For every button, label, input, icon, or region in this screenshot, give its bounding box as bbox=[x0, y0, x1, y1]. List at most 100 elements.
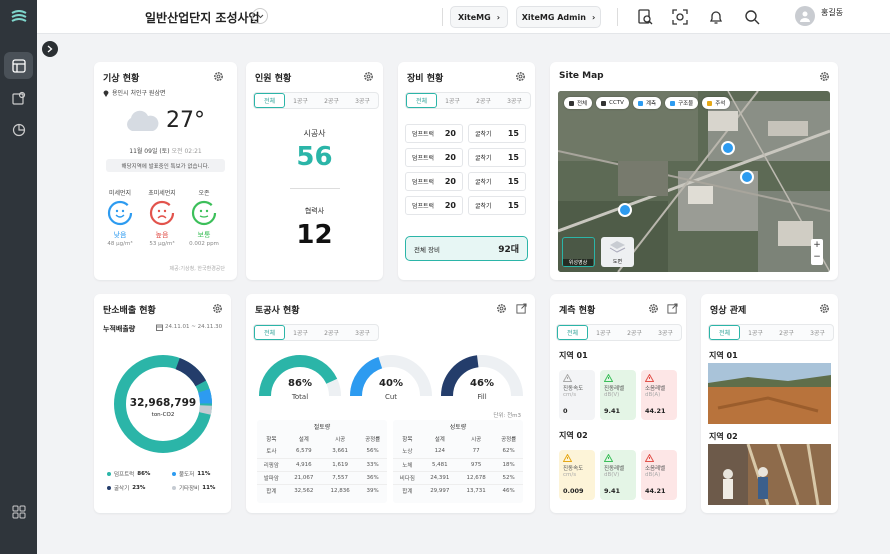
tab-4[interactable]: 3공구 bbox=[650, 325, 681, 340]
filter-icon bbox=[569, 100, 574, 106]
expand-sidebar-icon[interactable] bbox=[42, 41, 58, 57]
air-status: 보통 bbox=[197, 231, 211, 239]
tab-1[interactable]: 전체 bbox=[254, 93, 285, 108]
document-search-icon[interactable] bbox=[637, 9, 653, 25]
card-title: 계측 현황 bbox=[559, 306, 596, 316]
tab-3[interactable]: 2공구 bbox=[316, 93, 347, 108]
tab-2[interactable]: 1공구 bbox=[588, 325, 619, 340]
map-filter-1[interactable]: 전체 bbox=[564, 97, 593, 109]
partner-label: 협력사 bbox=[304, 207, 325, 215]
app-logo-icon[interactable] bbox=[9, 7, 29, 27]
map-marker-icon[interactable] bbox=[740, 170, 754, 184]
weather-card: 기상 현황 용인시 처인구 원삼면 27° 11월 09일 (토) 오전 02:… bbox=[94, 62, 237, 280]
table-cell: 62% bbox=[502, 448, 515, 455]
gear-icon[interactable] bbox=[515, 71, 526, 82]
tab-3[interactable]: 2공구 bbox=[619, 325, 650, 340]
tab-1[interactable]: 전체 bbox=[406, 93, 437, 108]
legend-item: 굴삭기 23% bbox=[107, 484, 145, 492]
project-select-chevron-icon[interactable] bbox=[252, 8, 268, 24]
tab-2[interactable]: 1공구 bbox=[285, 93, 316, 108]
zoom-in-button[interactable]: + bbox=[811, 239, 823, 251]
user-profile[interactable]: 홍길동 bbox=[795, 6, 843, 26]
table-cell: 노체 bbox=[402, 462, 413, 469]
map-filter-3[interactable]: 계측 bbox=[632, 97, 662, 109]
filter-label: 계측 bbox=[645, 101, 657, 107]
nav-chart-icon[interactable] bbox=[4, 116, 33, 143]
gear-icon[interactable] bbox=[496, 303, 507, 314]
xitemg-admin-button[interactable]: XiteMG Admin › bbox=[516, 6, 601, 28]
filter-label: 주석 bbox=[715, 101, 726, 107]
tab-2[interactable]: 1공구 bbox=[437, 93, 468, 108]
tab-1[interactable]: 전체 bbox=[709, 325, 740, 340]
gear-icon[interactable] bbox=[212, 303, 223, 314]
search-icon[interactable] bbox=[744, 9, 760, 25]
tab-3[interactable]: 2공구 bbox=[468, 93, 499, 108]
legend-label: 기타장비 bbox=[179, 486, 200, 492]
nav-apps-icon[interactable] bbox=[4, 498, 33, 525]
table-row: 합계 29,997 13,731 46% bbox=[393, 484, 523, 497]
table-cell: 토사 bbox=[266, 449, 277, 456]
scan-icon[interactable] bbox=[672, 9, 688, 25]
table-cell: 52% bbox=[502, 474, 515, 481]
sensor-unit: cm/s bbox=[563, 472, 577, 478]
cumulative-label: 누적배출량 bbox=[103, 325, 136, 333]
equipment-name: 덤프트럭 bbox=[412, 155, 435, 162]
table-header: 시공 bbox=[335, 436, 346, 443]
external-link-icon[interactable] bbox=[667, 303, 678, 314]
table-header: 항목 bbox=[266, 436, 277, 443]
tab-4[interactable]: 3공구 bbox=[499, 93, 530, 108]
table-header: 항목 bbox=[402, 436, 413, 443]
map-filter-2[interactable]: CCTV bbox=[596, 97, 629, 109]
gear-icon[interactable] bbox=[819, 303, 830, 314]
tab-4[interactable]: 3공구 bbox=[802, 325, 833, 340]
nav-map-icon[interactable] bbox=[4, 84, 33, 111]
map-marker-icon[interactable] bbox=[618, 203, 632, 217]
sensor-value: 0.009 bbox=[563, 487, 584, 495]
table-header: 설계 bbox=[298, 436, 309, 443]
map-marker-icon[interactable] bbox=[721, 141, 735, 155]
tab-3[interactable]: 2공구 bbox=[316, 325, 347, 340]
sensor-tile: 진동속도 cm/s 0.009 bbox=[559, 450, 595, 500]
total-equipment: 전체 장비 92대 bbox=[405, 236, 528, 261]
sensor-label: 진동레벨 bbox=[604, 386, 625, 392]
gear-icon[interactable] bbox=[648, 303, 659, 314]
tab-2[interactable]: 1공구 bbox=[740, 325, 771, 340]
gear-icon[interactable] bbox=[363, 71, 374, 82]
map-filter-4[interactable]: 구조물 bbox=[665, 97, 699, 109]
card-title: 탄소배출 현황 bbox=[103, 306, 156, 316]
external-link-icon[interactable] bbox=[516, 303, 527, 314]
card-title: 인원 현황 bbox=[255, 74, 292, 84]
xitemg-button[interactable]: XiteMG › bbox=[450, 6, 508, 28]
cctv-feed-2[interactable] bbox=[708, 444, 831, 505]
sensor-tile: 진동레벨 dB(V) 9.41 bbox=[600, 450, 636, 500]
tab-3[interactable]: 2공구 bbox=[771, 325, 802, 340]
gear-icon[interactable] bbox=[213, 71, 224, 82]
equipment-item: 덤프트럭 20 bbox=[405, 196, 463, 215]
tab-4[interactable]: 3공구 bbox=[347, 93, 378, 108]
table-cell: 합계 bbox=[266, 488, 277, 495]
tab-1[interactable]: 전체 bbox=[557, 325, 588, 340]
nav-dashboard-icon[interactable] bbox=[4, 52, 33, 79]
satellite-map[interactable]: 전체 CCTV 계측 구조물 주석 위성영상 도면 + − bbox=[558, 91, 830, 272]
equipment-name: 굴착기 bbox=[475, 203, 492, 210]
legend-label: 굴삭기 bbox=[114, 486, 130, 492]
bell-icon[interactable] bbox=[708, 9, 724, 25]
gear-icon[interactable] bbox=[819, 71, 830, 82]
sensor-value: 9.41 bbox=[604, 487, 621, 495]
tab-1[interactable]: 전체 bbox=[254, 325, 285, 340]
tab-4[interactable]: 3공구 bbox=[347, 325, 378, 340]
table-header: 시공 bbox=[471, 436, 482, 443]
air-value: 0.002 ppm bbox=[189, 241, 219, 247]
table-cell: 975 bbox=[470, 461, 482, 468]
table-header: 공정률 bbox=[501, 436, 517, 443]
cctv-feed-1[interactable] bbox=[708, 363, 831, 424]
satellite-layer-button[interactable]: 위성영상 bbox=[562, 237, 595, 267]
zoom-out-button[interactable]: − bbox=[811, 251, 823, 263]
table-row: 노체 5,481 975 18% bbox=[393, 458, 523, 471]
tab-2[interactable]: 1공구 bbox=[285, 325, 316, 340]
map-filter-5[interactable]: 주석 bbox=[702, 97, 731, 109]
drawing-layer-button[interactable]: 도면 bbox=[601, 237, 634, 267]
table-cell: 7,557 bbox=[332, 474, 349, 481]
sensor-label: 진동속도 bbox=[563, 386, 584, 392]
table-cell: 12,678 bbox=[466, 474, 486, 481]
